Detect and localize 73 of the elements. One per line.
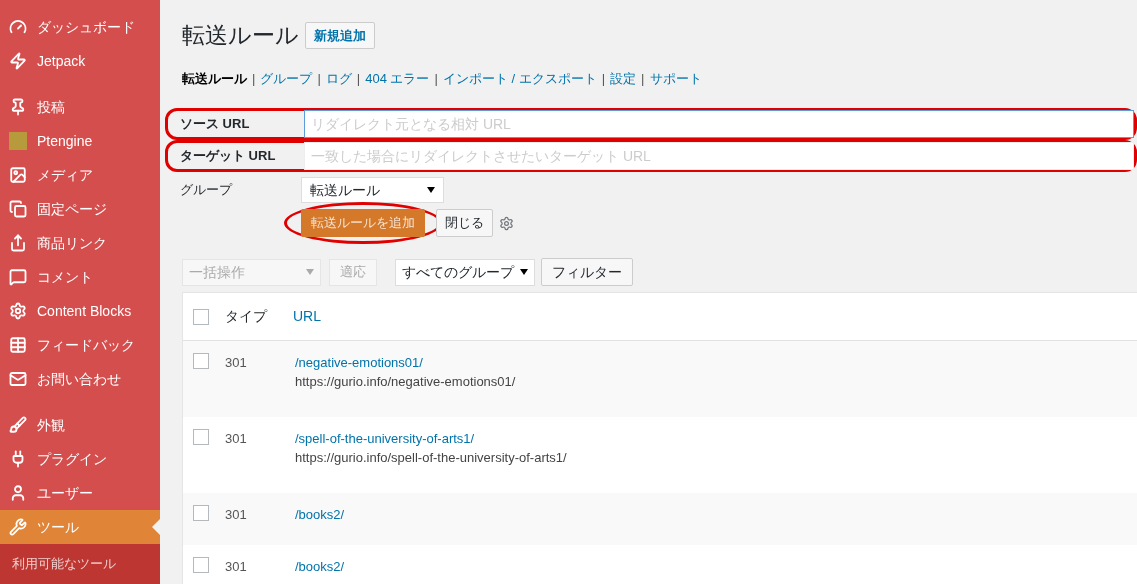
table-cell-text: 301 — [225, 558, 248, 576]
share-icon — [9, 234, 27, 252]
separator: | — [317, 69, 321, 88]
bolt-icon — [9, 52, 27, 70]
page-title: 転送ルール — [182, 21, 299, 50]
column-header: タイプ — [225, 307, 269, 326]
field-label: ターゲット URL — [179, 147, 277, 166]
source-url-link[interactable]: /books2/ — [295, 557, 345, 576]
sidebar-item[interactable]: ダッシュボード — [0, 10, 160, 44]
sidebar-item[interactable]: 商品リンク — [0, 226, 160, 260]
add-rule-button[interactable]: 転送ルールを追加 — [301, 209, 425, 237]
dropdown-arrow-icon — [427, 187, 435, 193]
subnav-link[interactable]: グループ — [260, 68, 313, 88]
subnav-link[interactable]: インポート / エクスポート — [442, 68, 597, 88]
comment-icon — [9, 268, 27, 286]
sidebar-item[interactable]: 投稿 — [0, 90, 160, 124]
group-filter-select[interactable]: すべてのグループ — [395, 258, 535, 286]
sidebar-item[interactable]: お問い合わせ — [0, 362, 160, 396]
subnav-link[interactable]: 404 エラー — [365, 68, 430, 88]
separator: | — [252, 69, 256, 88]
settings-icon[interactable] — [499, 215, 514, 231]
sidebar-item[interactable]: Content Blocks — [0, 294, 160, 328]
sidebar-item[interactable]: ツール — [0, 510, 160, 544]
sidebar-item[interactable]: コメント — [0, 260, 160, 294]
target-url: https://gurio.info/spell-of-the-university-of-arts1/ — [295, 449, 567, 467]
source-url-link[interactable]: /spell-of-the-university-of-arts1/ — [295, 429, 567, 448]
field-label: ソース URL — [179, 115, 251, 134]
source-url-link[interactable]: /books2/ — [295, 505, 345, 524]
subnav-link[interactable]: 設定 — [610, 68, 637, 88]
mail-icon — [9, 370, 27, 388]
subnav-link[interactable]: サポート — [649, 68, 702, 88]
wrench-icon — [9, 518, 27, 536]
add-new-button[interactable]: 新規追加 — [305, 21, 375, 49]
gauge-icon — [9, 18, 27, 36]
sidebar-item[interactable]: プラグイン — [0, 442, 160, 476]
checkbox[interactable] — [193, 505, 209, 521]
user-icon — [9, 484, 27, 502]
form-icon — [9, 336, 27, 354]
subnav-link[interactable]: ログ — [325, 68, 352, 88]
dropdown-arrow-icon — [520, 269, 528, 275]
brush-icon — [9, 416, 27, 434]
separator: | — [601, 69, 606, 88]
checkbox[interactable] — [193, 557, 209, 573]
separator: | — [356, 69, 361, 88]
dropdown-arrow-icon — [306, 269, 314, 275]
checkbox[interactable] — [193, 308, 209, 325]
sidebar-item[interactable]: 外観 — [0, 408, 160, 442]
target-url: https://gurio.info/negative-emotions01/ — [295, 373, 516, 391]
pin-icon — [9, 98, 27, 116]
checkbox[interactable] — [193, 353, 209, 369]
pages-icon — [9, 200, 27, 218]
subnav-link[interactable]: 転送ルール — [182, 68, 247, 88]
table-cell-text: 301 — [225, 506, 248, 524]
table-cell-text: 301 — [225, 430, 248, 448]
gear-icon — [9, 302, 27, 320]
sidebar-item[interactable]: ユーザー — [0, 476, 160, 510]
separator: | — [434, 69, 438, 88]
current-pointer-icon — [152, 519, 160, 535]
media-icon — [9, 166, 27, 184]
source-url-link[interactable]: /negative-emotions01/ — [295, 353, 516, 372]
group-select[interactable]: 転送ルール — [301, 177, 444, 203]
sidebar-item[interactable]: メディア — [0, 158, 160, 192]
table-cell-text: 301 — [225, 354, 248, 372]
sidebar-item[interactable]: 固定ページ — [0, 192, 160, 226]
separator: | — [641, 69, 645, 88]
sidebar-item[interactable]: フィードバック — [0, 328, 160, 362]
sidebar-item[interactable]: Jetpack — [0, 44, 160, 78]
sidebar-item[interactable]: Ptengine — [0, 124, 160, 158]
filter-button[interactable]: フィルター — [541, 258, 633, 286]
close-button[interactable]: 閉じる — [436, 209, 493, 237]
column-header[interactable]: URL — [293, 306, 321, 327]
field-label: グループ — [179, 181, 234, 200]
checkbox[interactable] — [193, 429, 209, 445]
